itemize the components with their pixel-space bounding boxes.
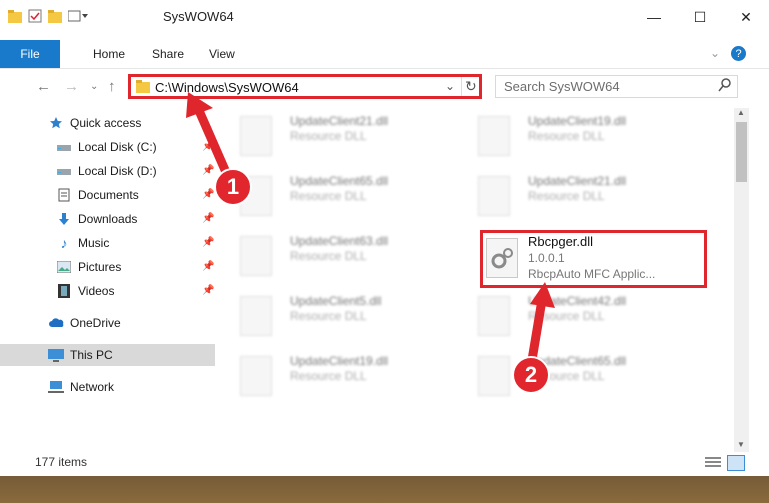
callout-badge-2: 2 xyxy=(512,356,550,394)
annotation-overlay xyxy=(186,92,555,377)
callout-badge-1: 1 xyxy=(214,168,252,206)
